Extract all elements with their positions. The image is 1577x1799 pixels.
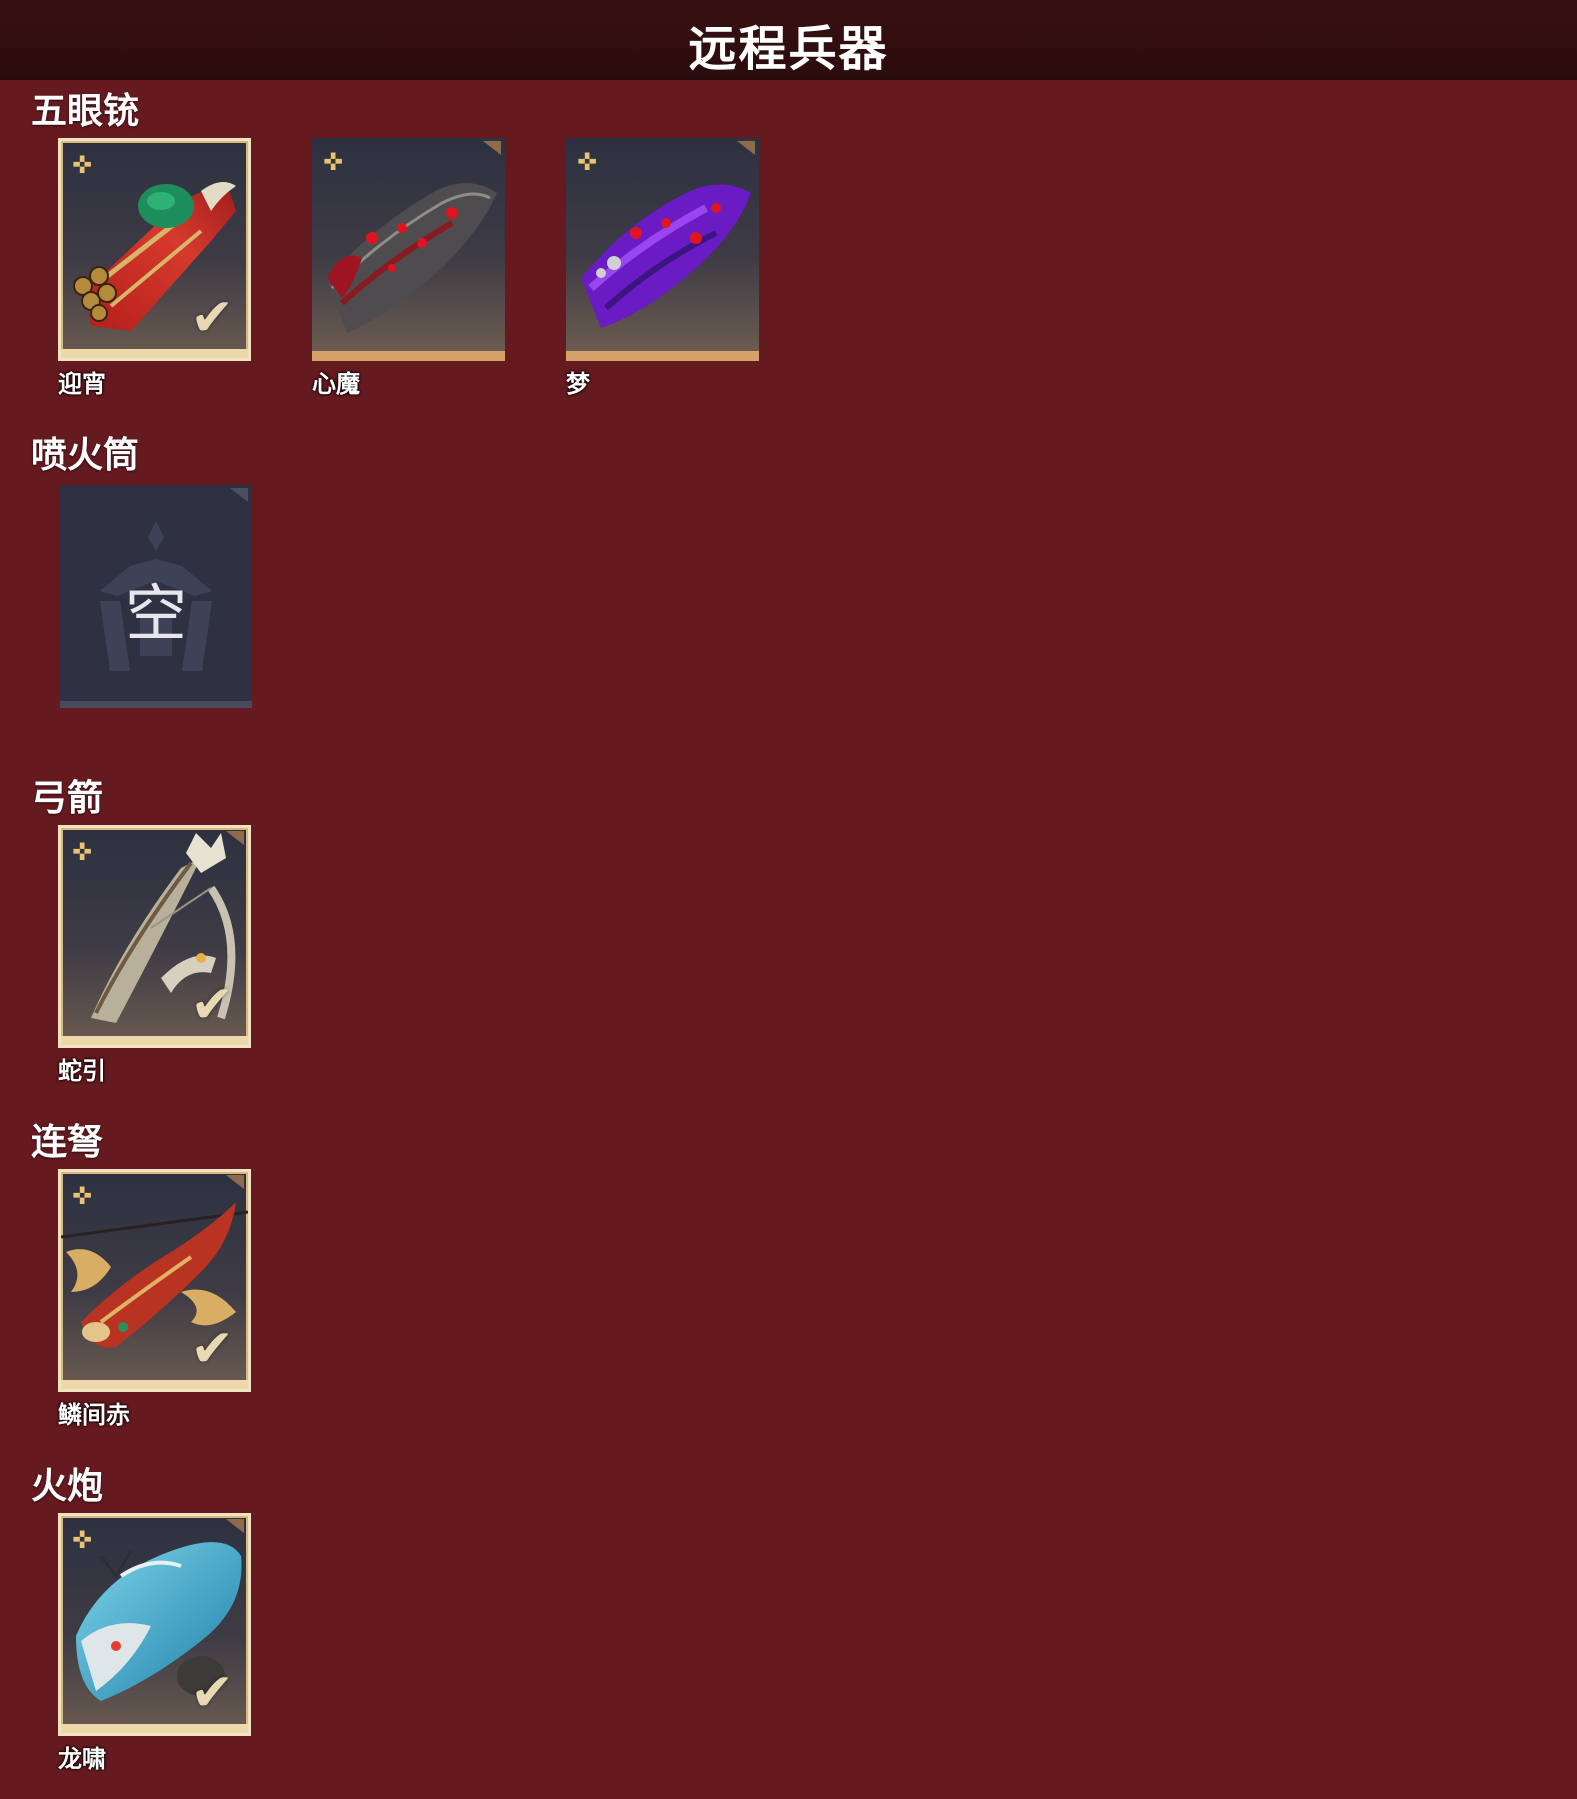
empty-slot-card[interactable]: 空: [60, 485, 252, 708]
page-header: 远程兵器: [0, 0, 1577, 80]
check-icon: ✔: [190, 1319, 234, 1379]
weapon-card[interactable]: ✜ ✔: [58, 1169, 251, 1392]
check-icon: ✔: [190, 975, 234, 1035]
weapon-name: 蛇引: [58, 1057, 106, 1085]
section-title: 火炮: [31, 1466, 104, 1507]
weapon-name: 鳞间赤: [58, 1401, 130, 1429]
star-icon: ✜: [323, 148, 344, 176]
weapon-card[interactable]: ✜: [312, 138, 505, 361]
star-icon: ✜: [72, 1526, 93, 1554]
corner-tab-icon: [230, 488, 248, 502]
weapon-card[interactable]: ✜ ✔: [58, 138, 251, 361]
section-title: 弓箭: [31, 778, 104, 819]
star-icon: ✜: [72, 1182, 93, 1210]
empty-slot-text: 空: [124, 577, 187, 650]
card-bottom-strip: [61, 1724, 248, 1733]
card-bottom-strip: [61, 1036, 248, 1045]
weapon-name: 梦: [566, 370, 590, 398]
check-icon: ✔: [190, 1663, 234, 1723]
page-title: 远程兵器: [688, 21, 889, 77]
star-icon: ✜: [577, 148, 598, 176]
weapon-card[interactable]: ✜: [566, 138, 759, 361]
check-icon: ✔: [190, 288, 234, 348]
weapon-card[interactable]: ✜ ✔: [58, 1513, 251, 1736]
weapon-name: 迎宵: [58, 370, 106, 398]
section-title: 五眼铳: [31, 91, 140, 132]
card-bottom-strip: [61, 1380, 248, 1389]
card-bottom-strip: [61, 349, 248, 358]
section-title: 喷火筒: [31, 435, 140, 476]
weapon-name: 心魔: [312, 370, 360, 398]
star-icon: ✜: [72, 151, 93, 179]
star-icon: ✜: [72, 838, 93, 866]
weapon-card[interactable]: ✜ ✔: [58, 825, 251, 1048]
section-title: 连弩: [31, 1122, 104, 1163]
weapon-name: 龙啸: [58, 1745, 106, 1773]
